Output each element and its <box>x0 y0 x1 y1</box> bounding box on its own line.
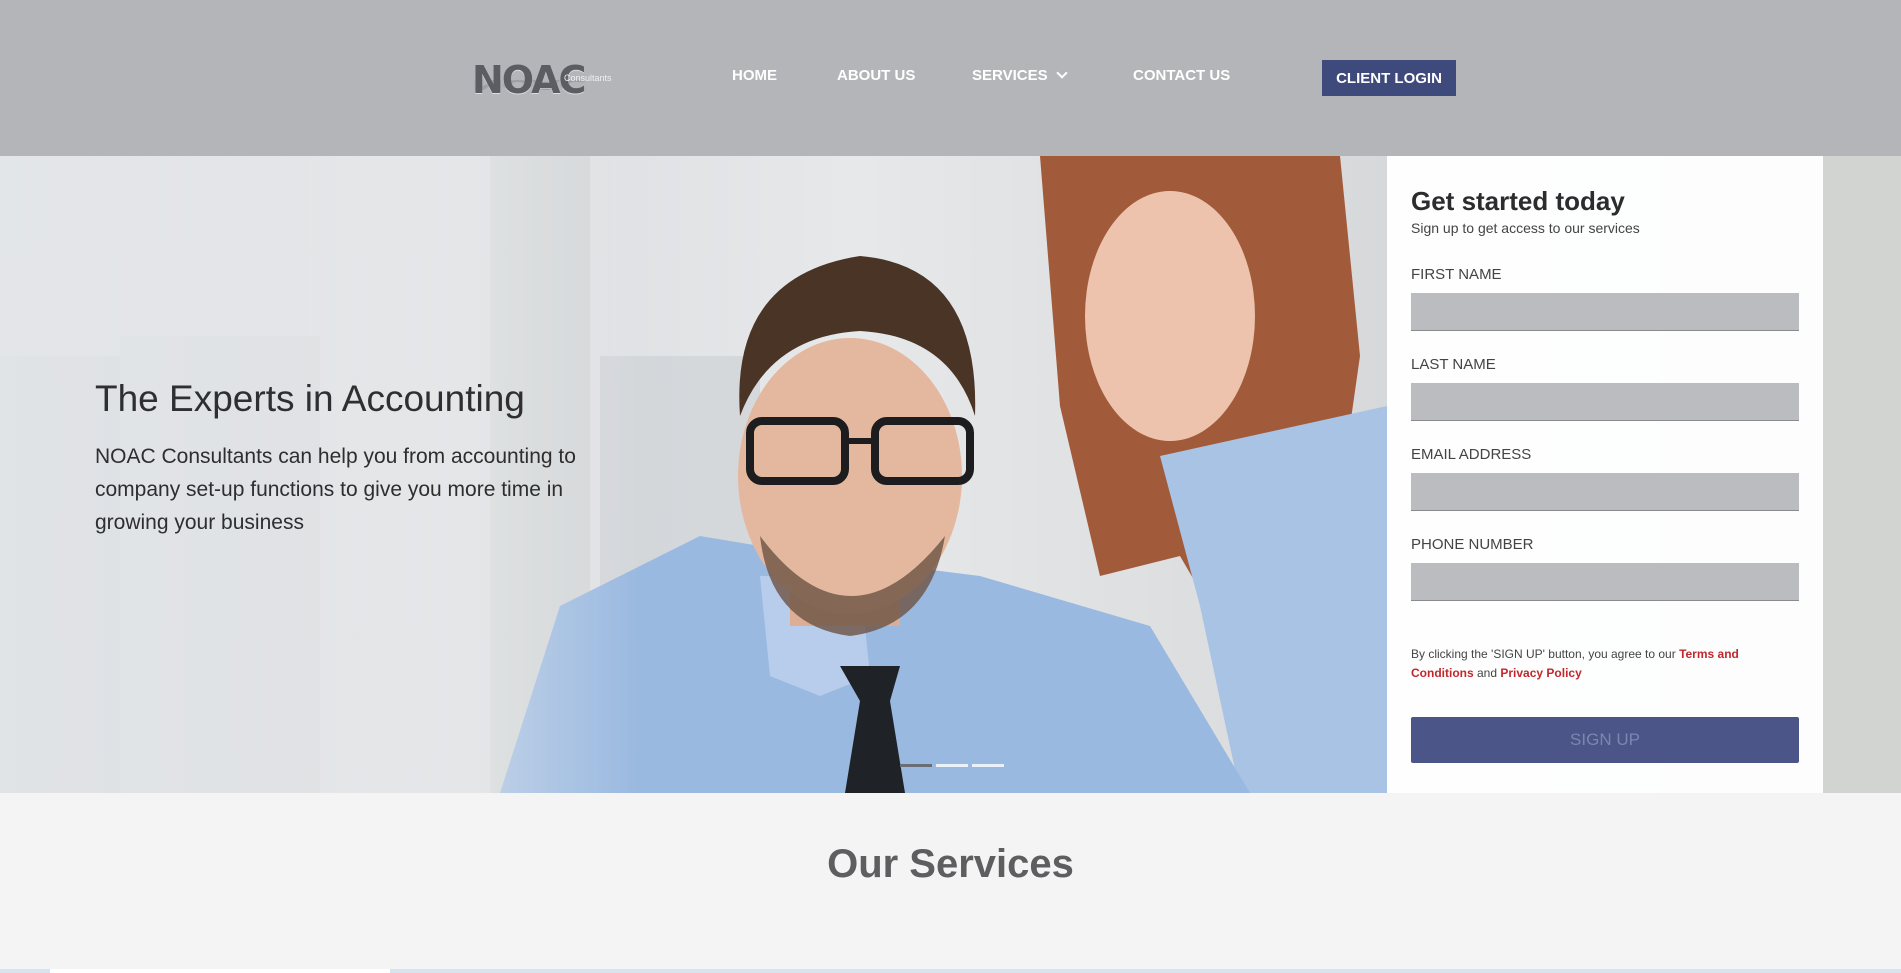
first-name-field[interactable] <box>1411 293 1799 331</box>
last-name-field[interactable] <box>1411 383 1799 421</box>
hero-right-edge <box>1823 156 1901 793</box>
terms-prefix: By clicking the 'SIGN UP' button, you ag… <box>1411 647 1676 661</box>
services-card-top <box>50 969 390 973</box>
noac-logo[interactable]: NOAC NOAC Consultants <box>472 58 622 106</box>
privacy-link[interactable]: Privacy Policy <box>1500 666 1581 680</box>
form-subtitle: Sign up to get access to our services <box>1411 220 1640 236</box>
slider-dot-3[interactable] <box>972 764 1004 767</box>
slider-dot-1[interactable] <box>900 764 932 767</box>
sign-up-button[interactable]: SIGN UP <box>1411 717 1799 763</box>
nav-home[interactable]: HOME <box>732 67 777 84</box>
chevron-down-icon <box>1055 67 1068 79</box>
email-field[interactable] <box>1411 473 1799 511</box>
slider-dot-2[interactable] <box>936 764 968 767</box>
site-header: NOAC NOAC Consultants HOME ABOUT US SERV… <box>0 0 1901 156</box>
phone-label: PHONE NUMBER <box>1411 536 1534 553</box>
hero-title: The Experts in Accounting <box>95 378 525 419</box>
first-name-label: FIRST NAME <box>1411 266 1502 283</box>
phone-field[interactable] <box>1411 563 1799 601</box>
hero-description: NOAC Consultants can help you from accou… <box>95 445 576 534</box>
form-title: Get started today <box>1411 186 1625 216</box>
email-label: EMAIL ADDRESS <box>1411 446 1532 463</box>
signup-form: Get started today Sign up to get access … <box>1387 156 1823 793</box>
logo-subtext: Consultants <box>564 73 612 83</box>
terms-notice: By clicking the 'SIGN UP' button, you ag… <box>1411 645 1799 683</box>
nav-about-us[interactable]: ABOUT US <box>837 67 915 84</box>
last-name-label: LAST NAME <box>1411 356 1496 373</box>
services-heading: Our Services <box>827 842 1074 886</box>
nav-contact-us[interactable]: CONTACT US <box>1133 67 1230 84</box>
nav-services-label: SERVICES <box>972 67 1048 84</box>
services-cards-edge <box>0 969 1901 973</box>
client-login-button[interactable]: CLIENT LOGIN <box>1322 60 1456 96</box>
terms-and: and <box>1477 666 1498 680</box>
nav-services[interactable]: SERVICES <box>972 67 1068 84</box>
